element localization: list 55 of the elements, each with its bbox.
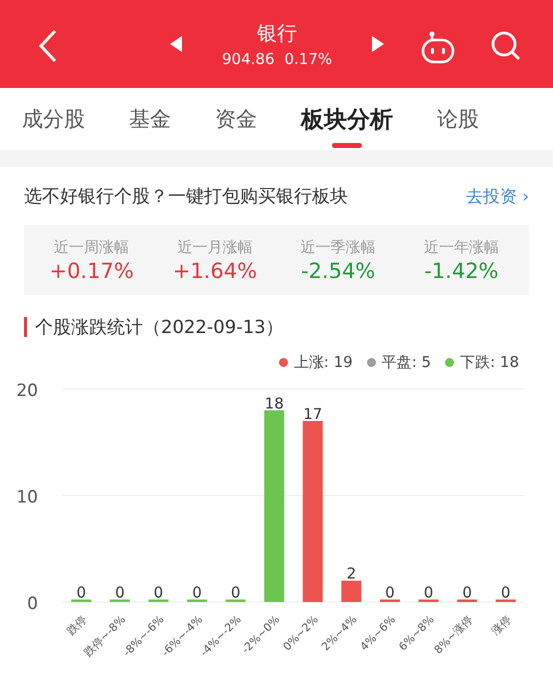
section-marker: [24, 317, 27, 337]
data-label: 0: [385, 584, 395, 602]
stat-value: +0.17%: [49, 258, 134, 282]
stat-label: 近一年涨幅: [424, 238, 499, 256]
data-label: 18: [264, 394, 284, 412]
tab[interactable]: 成分股: [22, 88, 85, 150]
tab[interactable]: 论股: [437, 88, 479, 150]
stat-value: -2.54%: [300, 258, 376, 282]
stat-label: 近一周涨幅: [54, 238, 130, 256]
bar: [380, 600, 400, 602]
data-label: 0: [192, 584, 202, 602]
legend-label: 平盘: 5: [382, 352, 432, 372]
data-label: 17: [303, 404, 322, 423]
axis-tick-label: 跌停: [64, 612, 90, 638]
sector-title: 银行: [257, 20, 298, 46]
bar: [457, 600, 478, 602]
tab[interactable]: 资金: [215, 88, 257, 150]
promo-text: 选不好银行个股？一键打包购买银行板块: [24, 185, 348, 208]
bar: [496, 600, 516, 602]
legend-label: 下跌: 18: [460, 352, 519, 372]
axis-tick-label: 涨停: [489, 612, 514, 638]
stat-value: +1.64%: [172, 258, 258, 282]
stat-label: 近一季涨幅: [300, 238, 376, 256]
next-icon[interactable]: [372, 36, 384, 52]
bar: [110, 600, 130, 602]
data-label: 0: [462, 584, 472, 602]
previous-icon[interactable]: [170, 36, 182, 52]
tab[interactable]: 基金: [129, 88, 171, 150]
axis-tick-label: 0: [27, 594, 38, 614]
bar: [187, 600, 208, 602]
data-label: 0: [500, 584, 510, 602]
bar: [148, 600, 168, 602]
bar: [71, 600, 92, 602]
bar: [226, 600, 246, 602]
bar: [341, 580, 362, 602]
stat-value: -1.42%: [424, 258, 499, 282]
axis-tick-label: 10: [16, 488, 38, 508]
data-label: 0: [230, 584, 240, 602]
bar: [418, 600, 439, 602]
robot-icon[interactable]: [420, 30, 456, 64]
axis-tick-label: 20: [16, 381, 38, 401]
index-price: 904.86: [222, 50, 274, 68]
tab[interactable]: 板块分析: [301, 88, 393, 150]
data-label: 0: [76, 584, 86, 602]
data-label: 2: [346, 564, 356, 583]
data-label: 0: [115, 584, 125, 602]
invest-link[interactable]: 去投资 ›: [466, 184, 529, 208]
data-label: 0: [424, 584, 434, 602]
data-label: 0: [154, 584, 164, 602]
stat-label: 近一月涨幅: [177, 238, 252, 256]
index-change: 0.17%: [284, 50, 332, 68]
back-icon[interactable]: [38, 29, 58, 63]
legend-label: 上涨: 19: [294, 352, 353, 372]
search-icon[interactable]: [490, 30, 522, 62]
section-title: 个股涨跌统计（2022-09-13）: [35, 316, 284, 339]
